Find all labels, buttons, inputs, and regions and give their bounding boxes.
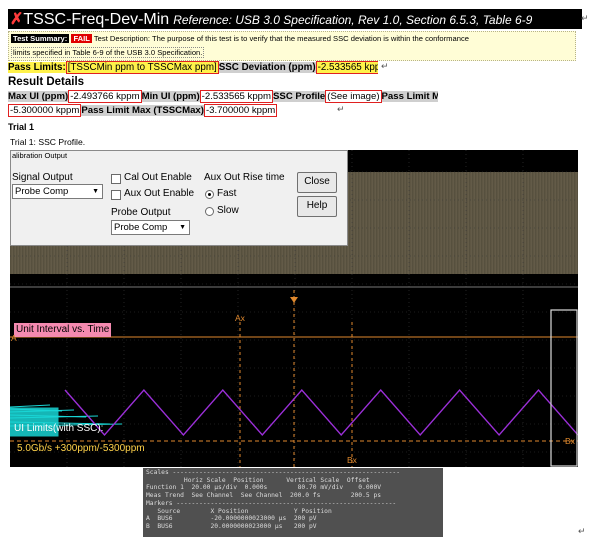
ui-limit-line [10, 404, 51, 408]
trial-subheading: Trial 1: SSC Profile. [10, 137, 86, 147]
signal-output-label: Signal Output [12, 172, 73, 183]
report-title-bar: ✗TSSC-Freq-Dev-Min Reference: USB 3.0 Spe… [8, 9, 582, 29]
pass-limit-max-label: Pass Limit Max (TSSCMax) [81, 105, 204, 116]
test-reference: Reference: USB 3.0 Specification, Rev 1.… [173, 13, 533, 27]
rise-fast-label: Fast [217, 188, 237, 199]
ssc-deviation-label: SSC Deviation (ppm) [218, 62, 316, 73]
scales-line: A BUS6 -20.0000000023000 µs 200 pV [146, 515, 317, 523]
probe-output-value: Probe Comp [114, 222, 168, 233]
signal-output-value: Probe Comp [15, 186, 69, 197]
dialog-title: alibration Output [12, 151, 68, 160]
marker-ax-label: Ax [235, 313, 245, 323]
aux-out-enable-checkbox[interactable] [111, 190, 121, 200]
scales-line: Scales ---------------------------------… [146, 469, 401, 476]
paragraph-mark: ↵ [581, 13, 589, 23]
fail-badge: FAIL [71, 34, 92, 43]
min-ui-label: Min UI (ppm) [141, 91, 200, 102]
ssc-profile-value: (See image) [325, 90, 382, 103]
pass-limit-min-value: -5.300000 kppm [8, 104, 82, 117]
top-marker-arrow [290, 297, 298, 303]
paragraph-mark: ↵ [578, 526, 586, 536]
ssc-profile-label: SSC Profile [273, 91, 326, 102]
scales-line: Meas Trend See Channel See Channel 200.0… [146, 492, 382, 500]
scales-line: Horiz Scale Position Vertical Scale Offs… [146, 476, 370, 484]
marker-a-label: A [11, 333, 17, 343]
paragraph-mark: ↵ [337, 104, 345, 114]
probe-output-select[interactable]: Probe Comp ▼ [111, 220, 190, 235]
chart-title-label: Unit Interval vs. Time [14, 323, 112, 337]
pass-limits-row: Pass Limits: [TSSCMin ppm to TSSCMax ppm]… [8, 61, 378, 75]
ui-trace-line [64, 388, 578, 437]
rise-fast-radio[interactable] [205, 190, 214, 199]
aux-out-rise-time-label: Aux Out Rise time [204, 172, 285, 183]
rise-slow-radio[interactable] [205, 207, 214, 216]
result-details-row-2: -5.300000 kppm Pass Limit Max (TSSCMax) -3… [8, 104, 338, 118]
min-ui-value: -2.533565 kppm [199, 90, 274, 103]
max-ui-value: -2.493766 kppm [68, 90, 142, 103]
scales-readout: Scales ---------------------------------… [143, 468, 443, 537]
paragraph-mark: ↵ [381, 61, 389, 71]
signal-output-select[interactable]: Probe Comp ▼ [12, 184, 103, 199]
chevron-down-icon: ▼ [92, 188, 99, 195]
marker-bx-label: Bx [347, 455, 357, 465]
test-summary: Test Summary: FAIL Test Description: The… [8, 31, 576, 61]
scales-line: B BUS6 20.0000000023000 µs 200 pV [146, 522, 317, 530]
result-details-heading: Result Details [8, 76, 85, 88]
cal-out-enable-label: Cal Out Enable [124, 172, 192, 183]
max-ui-label: Max UI (ppm) [8, 91, 69, 102]
pass-limits-label: Pass Limits: [8, 62, 66, 73]
rise-slow-label: Slow [217, 205, 239, 216]
pass-limit-min-label: Pass Limit Min (TSSCMin) [381, 91, 438, 102]
pass-limits-range: [TSSCMin ppm to TSSCMax ppm] [65, 61, 219, 74]
scales-line: Markers --------------------------------… [146, 499, 397, 507]
cal-out-enable-checkbox[interactable] [111, 174, 121, 184]
fail-x-icon: ✗ [10, 11, 24, 28]
probe-output-label: Probe Output [111, 207, 171, 218]
calibration-output-dialog: alibration Output Signal Output Probe Co… [10, 150, 348, 246]
result-details-row-1: Max UI (ppm) -2.493766 kppm Min UI (ppm) -2… [8, 90, 438, 104]
summary-description: Test Description: The purpose of this te… [93, 34, 469, 43]
close-button[interactable]: Close [297, 172, 337, 193]
pass-limit-max-value: -3.700000 kppm [203, 104, 278, 117]
ui-limits-label: UI Limits(with SSC): [14, 423, 104, 434]
chevron-down-icon: ▼ [179, 224, 186, 231]
help-button[interactable]: Help [297, 196, 337, 217]
aux-out-enable-label: Aux Out Enable [124, 188, 195, 199]
test-name: TSSC-Freq-Dev-Min [23, 11, 170, 28]
data-rate-label: 5.0Gb/s +300ppm/-5300ppm [17, 443, 145, 454]
marker-bx-right-label: Bx [565, 436, 575, 446]
scales-line: Source X Position Y Position [146, 507, 332, 515]
ssc-deviation-value: -2.533565 kppm [315, 61, 378, 74]
summary-description-cont: limits specified in Table 6-9 of the USB… [11, 47, 205, 58]
scales-line: Function 1 20.00 µs/div 0.000s 80.70 mV/… [146, 484, 382, 492]
trial-heading: Trial 1 [8, 122, 35, 132]
summary-label: Test Summary: [11, 34, 70, 43]
